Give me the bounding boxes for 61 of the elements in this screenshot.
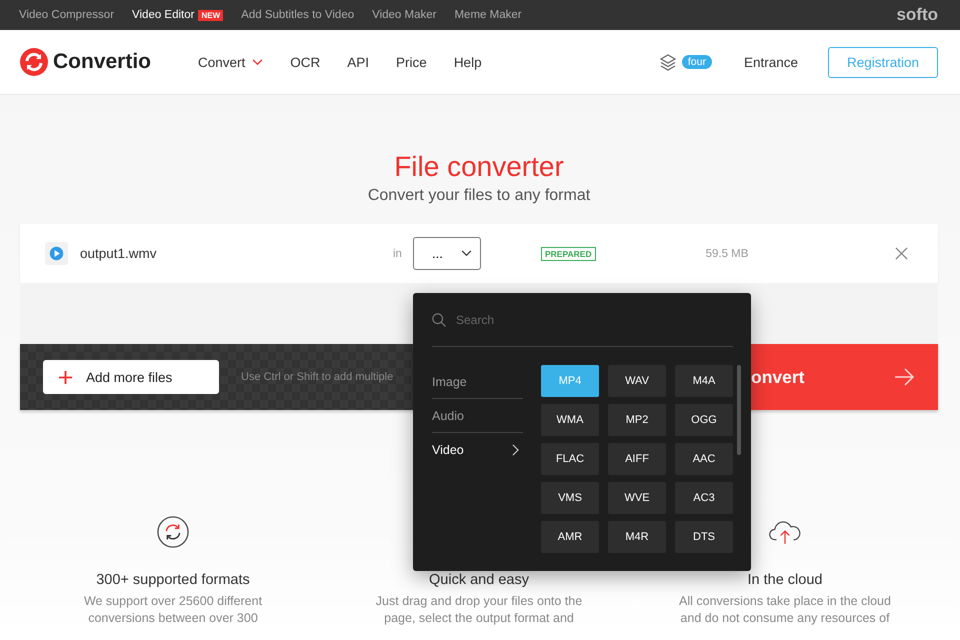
chevron-right-icon <box>512 444 519 456</box>
top-link[interactable]: Video Compressor <box>19 9 114 21</box>
convert-button[interactable]: onvert <box>751 344 938 410</box>
search-icon <box>432 312 446 326</box>
nav-link[interactable]: API <box>347 54 370 70</box>
chevron-icon <box>461 250 472 257</box>
format-option[interactable]: VMS <box>541 482 599 514</box>
brand-name[interactable]: Convertio <box>53 50 152 74</box>
top-link[interactable]: Add Subtitles to Video <box>241 9 354 21</box>
page-subtitle: Convert your files to any format <box>366 186 592 206</box>
format-option[interactable]: AMR <box>541 521 599 553</box>
feature-text: We support over 25600 different conversions between over 300 <box>82 593 264 627</box>
category-item[interactable]: Image <box>432 365 523 399</box>
format-option[interactable]: FLAC <box>541 443 599 475</box>
plus-icon <box>59 370 72 384</box>
feature-title: 300+ supported formats <box>95 572 251 589</box>
top-link[interactable]: Video Editor <box>132 9 194 21</box>
layers-icon[interactable] <box>658 53 677 71</box>
search-field[interactable]: Search <box>454 312 658 328</box>
top-link[interactable]: Meme Maker <box>454 9 522 21</box>
arrow-right-icon <box>895 368 915 386</box>
chevron-icon <box>252 58 264 66</box>
in-label: in <box>393 248 403 260</box>
file-name: output1.wmv <box>80 246 158 261</box>
format-option[interactable]: M4A <box>675 365 733 397</box>
format-option[interactable]: WVE <box>608 482 666 514</box>
scrollbar[interactable] <box>737 365 741 455</box>
add-files-button[interactable]: Add more files <box>43 360 219 394</box>
top-link[interactable]: Video Maker <box>372 9 436 21</box>
format-select[interactable]: ... <box>413 237 481 270</box>
format-option[interactable]: WMA <box>541 404 599 436</box>
page-title: File converter <box>393 150 565 184</box>
logo-icon[interactable] <box>20 48 48 76</box>
file-size: 59.5 MB <box>706 248 750 260</box>
format-option[interactable]: M4R <box>608 521 666 553</box>
nav-link[interactable]: Price <box>396 54 427 70</box>
status-badge: PREPARED <box>541 246 596 260</box>
nav-link[interactable]: Help <box>454 54 482 70</box>
refresh-icon <box>156 516 190 548</box>
new-badge: NEW <box>198 10 224 20</box>
play-file-icon <box>45 242 68 265</box>
format-option[interactable]: AIFF <box>608 443 666 475</box>
format-option[interactable]: AC3 <box>675 482 733 514</box>
brand-logo[interactable]: softo <box>896 5 938 25</box>
category-item[interactable]: Video <box>432 433 523 466</box>
format-option[interactable]: OGG <box>675 404 733 436</box>
close-icon[interactable] <box>895 247 908 260</box>
format-option[interactable]: AAC <box>675 443 733 475</box>
category-item[interactable]: Audio <box>432 399 523 433</box>
feature-text: Just drag and drop your files onto the page, select the output format and <box>374 593 584 627</box>
login-link[interactable]: Entrance <box>744 54 798 70</box>
feature-title: In the cloud <box>746 572 824 589</box>
nav-link[interactable]: OCR <box>290 54 320 70</box>
nav-link[interactable]: Convert <box>198 54 264 70</box>
hint-text: Use Ctrl or Shift to add multiple <box>241 371 394 383</box>
format-option[interactable]: DTS <box>675 521 733 553</box>
format-option[interactable]: WAV <box>608 365 666 397</box>
feature-title: Quick and easy <box>428 572 530 589</box>
plan-badge: four <box>682 55 712 69</box>
feature-text: All conversions take place in the cloud and do not consume any resources of <box>678 593 892 627</box>
format-option[interactable]: MP2 <box>608 404 666 436</box>
